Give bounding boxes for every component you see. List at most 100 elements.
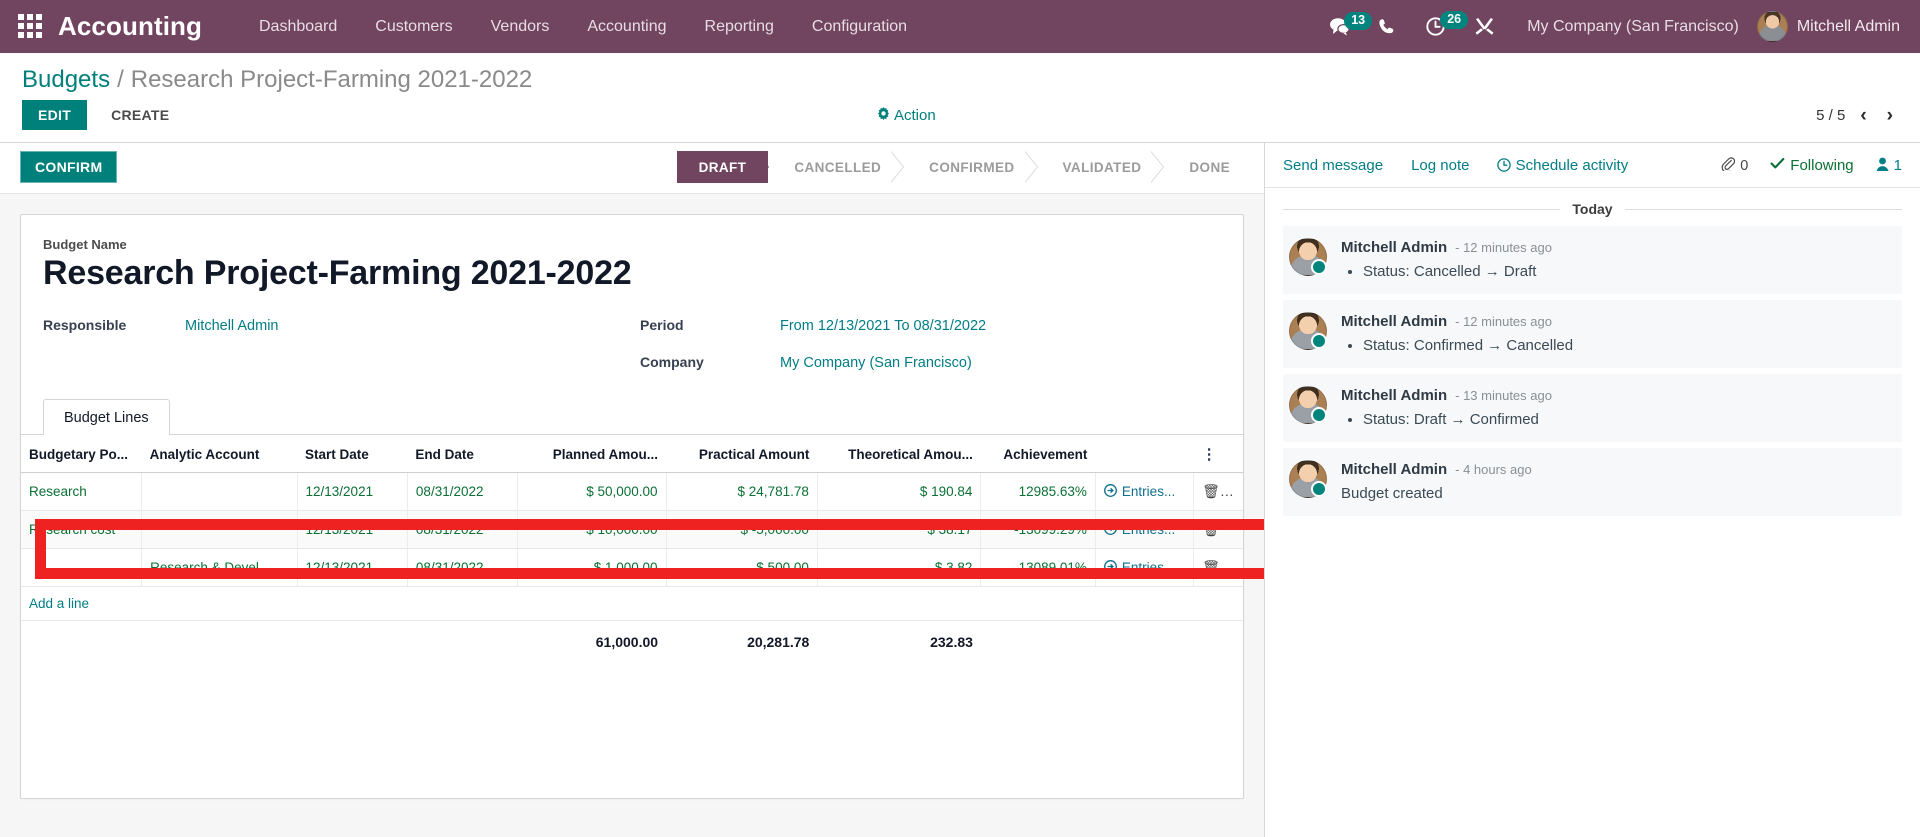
status-stage-validated[interactable]: VALIDATED (1036, 151, 1165, 183)
cell-start-date[interactable]: 12/13/2021 (297, 548, 408, 587)
pager-previous-icon[interactable]: ‹ (1855, 106, 1871, 125)
menu-dashboard[interactable]: Dashboard (240, 2, 356, 52)
trash-icon[interactable]: 🗑… (1202, 483, 1234, 499)
breadcrumb-budgets[interactable]: Budgets (22, 66, 110, 94)
entries-button[interactable]: Entries... (1103, 483, 1175, 500)
th-theoretical-amount[interactable]: Theoretical Amou... (817, 435, 981, 473)
cell-end-date[interactable]: 08/31/2022 (407, 472, 519, 511)
cell-practical-amount[interactable]: $ -5,000.00 (666, 510, 818, 549)
table-row[interactable]: Research 12/13/2021 08/31/2022 $ 50,000.… (21, 472, 1243, 511)
cell-analytic-account[interactable] (141, 472, 298, 511)
message-timestamp[interactable]: - 12 minutes ago (1455, 314, 1552, 329)
create-button[interactable]: CREATE (95, 100, 185, 130)
user-menu[interactable]: Mitchell Admin (1756, 11, 1906, 42)
cell-start-date[interactable]: 12/13/2021 (297, 472, 408, 511)
th-achievement[interactable]: Achievement (980, 435, 1096, 473)
menu-configuration[interactable]: Configuration (793, 2, 926, 52)
schedule-activity-button[interactable]: Schedule activity (1497, 157, 1628, 174)
add-line-row[interactable]: Add a line (21, 586, 1243, 621)
attachment-count-label: 0 (1740, 157, 1749, 174)
th-practical-amount[interactable]: Practical Amount (666, 435, 818, 473)
phone-icon[interactable] (1364, 7, 1411, 46)
add-a-line-button[interactable]: Add a line (21, 587, 1243, 620)
table-row[interactable]: Research cost 12/13/2021 08/31/2022 $ 10… (21, 510, 1243, 549)
th-end-date[interactable]: End Date (407, 435, 518, 473)
cell-entries: Entries... (1095, 472, 1195, 511)
cell-budgetary-position[interactable]: Research cost (21, 510, 143, 549)
confirm-button[interactable]: CONFIRM (20, 151, 118, 183)
status-stage-draft[interactable]: DRAFT (676, 151, 770, 183)
app-brand-accounting[interactable]: Accounting (58, 11, 202, 42)
tab-budget-lines[interactable]: Budget Lines (43, 399, 170, 435)
total-spacer-3 (297, 620, 408, 663)
status-stage-cancelled[interactable]: CANCELLED (768, 151, 905, 183)
total-theoretical-amount: 232.83 (817, 620, 981, 663)
th-budgetary-position[interactable]: Budgetary Po... (21, 435, 142, 473)
edit-button[interactable]: EDIT (22, 100, 88, 130)
cell-end-date[interactable]: 08/31/2022 (407, 510, 519, 549)
activities-clock-icon[interactable]: 26 (1411, 6, 1469, 47)
developer-tools-icon[interactable] (1460, 6, 1509, 47)
followers-count[interactable]: 1 (1876, 157, 1902, 175)
log-note-button[interactable]: Log note (1411, 157, 1469, 174)
message-timestamp[interactable]: - 12 minutes ago (1455, 240, 1552, 255)
cell-planned-amount[interactable]: $ 50,000.00 (517, 472, 667, 511)
paperclip-icon (1721, 156, 1736, 175)
cell-theoretical-amount[interactable]: $ 3.82 (817, 548, 982, 587)
menu-customers[interactable]: Customers (356, 2, 471, 52)
budget-lines-list-wrapper: Budgetary Po... Analytic Account Start D… (21, 435, 1264, 663)
vertical-dots-icon[interactable]: ⋮ (1202, 447, 1217, 461)
avatar (1289, 386, 1327, 424)
following-toggle[interactable]: Following (1770, 157, 1854, 174)
table-row[interactable]: Research & Devel... 12/13/2021 08/31/202… (21, 548, 1243, 587)
cell-analytic-account[interactable] (141, 510, 298, 549)
cell-budgetary-position[interactable] (21, 548, 143, 587)
responsible-value[interactable]: Mitchell Admin (185, 318, 640, 334)
user-avatar (1756, 11, 1788, 42)
cell-budgetary-position[interactable]: Research (21, 472, 143, 511)
attachment-count[interactable]: 0 (1721, 156, 1748, 175)
message-timestamp[interactable]: - 4 hours ago (1455, 462, 1532, 477)
cell-theoretical-amount[interactable]: $ 38.17 (817, 510, 982, 549)
menu-vendors[interactable]: Vendors (472, 2, 569, 52)
company-value[interactable]: My Company (San Francisco) (780, 355, 1221, 371)
cell-achievement[interactable]: -13099.29% (980, 510, 1096, 549)
totals-row: 61,000.00 20,281.78 232.83 (21, 620, 1243, 663)
cell-end-date[interactable]: 08/31/2022 (407, 548, 519, 587)
pager-next-icon[interactable]: › (1882, 106, 1898, 125)
cell-analytic-account[interactable]: Research & Devel... (141, 548, 298, 587)
cell-planned-amount[interactable]: $ 1,000.00 (517, 548, 667, 587)
menu-accounting[interactable]: Accounting (568, 2, 685, 52)
cell-delete: 🗑… (1193, 548, 1243, 587)
status-stage-confirmed[interactable]: CONFIRMED (903, 151, 1038, 183)
entries-label: Entries... (1121, 522, 1176, 537)
cell-practical-amount[interactable]: $ 24,781.78 (666, 472, 818, 511)
message-author: Mitchell Admin (1341, 387, 1448, 404)
message-body: Mitchell Admin - 4 hours ago Budget crea… (1341, 460, 1532, 502)
th-planned-amount[interactable]: Planned Amou... (517, 435, 667, 473)
th-analytic-account[interactable]: Analytic Account (141, 435, 298, 473)
entries-button[interactable]: Entries... (1103, 559, 1175, 576)
cell-achievement[interactable]: 13089.01% (980, 548, 1096, 587)
cell-practical-amount[interactable]: $ 500.00 (666, 548, 818, 587)
cell-achievement[interactable]: 12985.63% (980, 472, 1096, 511)
avatar (1289, 312, 1327, 350)
apps-grid-icon[interactable] (18, 13, 44, 40)
messages-icon[interactable]: 13 (1315, 7, 1373, 46)
th-start-date[interactable]: Start Date (297, 435, 408, 473)
menu-reporting[interactable]: Reporting (686, 2, 793, 52)
status-stage-done[interactable]: DONE (1163, 151, 1252, 183)
trash-icon[interactable]: 🗑 (1202, 521, 1220, 537)
send-message-button[interactable]: Send message (1283, 157, 1383, 174)
cell-planned-amount[interactable]: $ 10,000.00 (517, 510, 667, 549)
cell-entries: Entries... (1095, 548, 1195, 587)
message-timestamp[interactable]: - 13 minutes ago (1455, 388, 1552, 403)
cell-start-date[interactable]: 12/13/2021 (297, 510, 408, 549)
action-dropdown[interactable]: Action (877, 106, 936, 124)
navbar-systray: 13 26 My Company (San Francisco) Mitchel… (1315, 6, 1906, 47)
trash-icon[interactable]: 🗑… (1202, 559, 1234, 575)
entries-button[interactable]: Entries... (1103, 521, 1176, 538)
company-switcher[interactable]: My Company (San Francisco) (1509, 18, 1757, 36)
cell-theoretical-amount[interactable]: $ 190.84 (817, 472, 982, 511)
th-optional-columns: ⋮ (1193, 435, 1243, 473)
